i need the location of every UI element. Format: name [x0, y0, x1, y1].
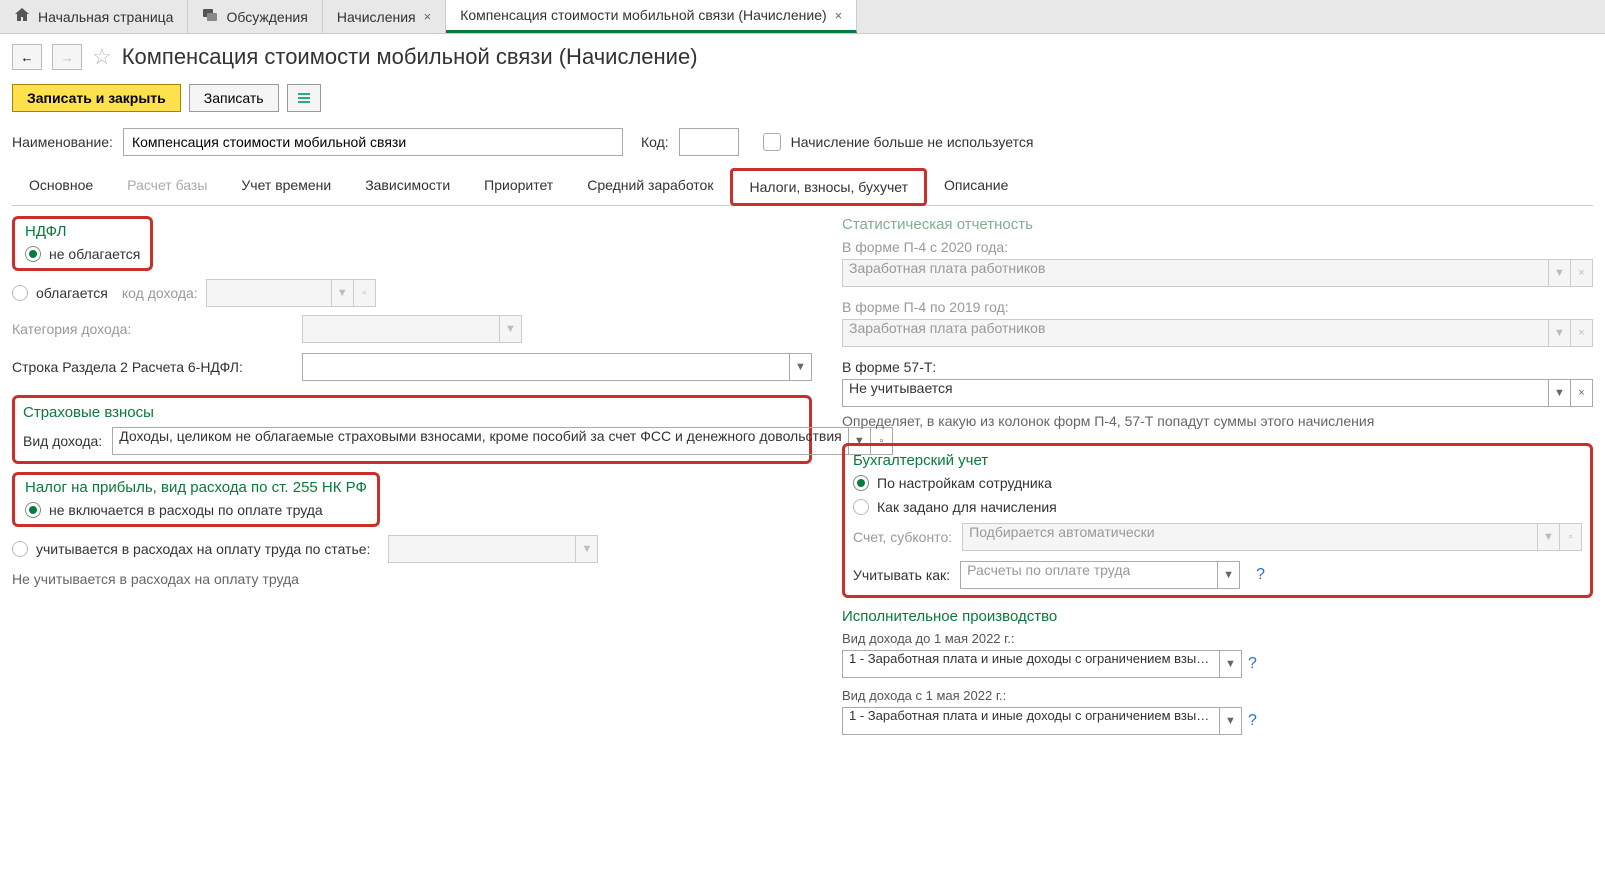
- open-icon: ▫: [1559, 524, 1581, 550]
- clear-icon: ×: [1570, 260, 1592, 286]
- profit-title: Налог на прибыль, вид расхода по ст. 255…: [25, 479, 367, 496]
- exec-after-label: Вид дохода с 1 мая 2022 г.:: [842, 688, 1593, 703]
- chevron-down-icon[interactable]: ▼: [1548, 380, 1570, 406]
- stab-main[interactable]: Основное: [12, 168, 110, 205]
- accounting-by-accrual-label: Как задано для начисления: [877, 499, 1057, 515]
- profit-not-included-radio[interactable]: [25, 502, 41, 518]
- not-used-checkbox[interactable]: [763, 133, 781, 151]
- home-icon: [14, 7, 30, 26]
- exec-after-input[interactable]: 1 - Заработная плата и иные доходы с огр…: [843, 708, 1219, 734]
- stab-time[interactable]: Учет времени: [224, 168, 348, 205]
- profit-included-radio[interactable]: [12, 541, 28, 557]
- tab-current[interactable]: Компенсация стоимости мобильной связи (Н…: [446, 0, 857, 33]
- ndfl-title: НДФЛ: [25, 223, 140, 240]
- f57t-input[interactable]: Не учитывается: [843, 380, 1548, 406]
- stat-hint: Определяет, в какую из колонок форм П-4,…: [842, 413, 1593, 429]
- tab-home[interactable]: Начальная страница: [0, 0, 188, 33]
- profit-article-input: [389, 536, 575, 562]
- insurance-title: Страховые взносы: [23, 404, 801, 421]
- ndfl-taxed-radio[interactable]: [12, 285, 28, 301]
- clear-icon: ×: [1570, 320, 1592, 346]
- line6-label: Строка Раздела 2 Расчета 6-НДФЛ:: [12, 359, 292, 375]
- code-input[interactable]: [679, 128, 739, 156]
- tab-current-label: Компенсация стоимости мобильной связи (Н…: [460, 7, 826, 23]
- income-type-label: Вид дохода:: [23, 433, 102, 449]
- tab-accruals[interactable]: Начисления ×: [323, 0, 446, 33]
- stab-deps[interactable]: Зависимости: [348, 168, 467, 205]
- stab-taxes[interactable]: Налоги, взносы, бухучет: [730, 168, 927, 206]
- help-icon[interactable]: ?: [1256, 566, 1265, 584]
- accounting-title: Бухгалтерский учет: [853, 452, 1582, 469]
- account-label: Счет, субконто:: [853, 529, 952, 545]
- close-icon[interactable]: ×: [424, 9, 432, 24]
- chevron-down-icon: ▼: [575, 536, 597, 562]
- stab-priority[interactable]: Приоритет: [467, 168, 570, 205]
- back-button[interactable]: ←: [12, 44, 42, 70]
- as-label: Учитывать как:: [853, 567, 950, 583]
- chevron-down-icon[interactable]: ▼: [789, 354, 811, 380]
- tab-discussions-label: Обсуждения: [226, 9, 307, 25]
- code-label: Код:: [641, 134, 669, 150]
- exec-before-label: Вид дохода до 1 мая 2022 г.:: [842, 631, 1593, 646]
- chevron-down-icon[interactable]: ▼: [1217, 562, 1239, 588]
- tab-accruals-label: Начисления: [337, 9, 416, 25]
- chevron-down-icon[interactable]: ▼: [1219, 651, 1241, 677]
- profit-note: Не учитывается в расходах на оплату труд…: [12, 571, 812, 587]
- chevron-down-icon: ▼: [1537, 524, 1559, 550]
- clear-icon[interactable]: ×: [1570, 380, 1592, 406]
- save-close-button[interactable]: Записать и закрыть: [12, 84, 181, 112]
- accounting-by-employee-radio[interactable]: [853, 475, 869, 491]
- name-input[interactable]: [123, 128, 623, 156]
- tab-discussions[interactable]: Обсуждения: [188, 0, 322, 33]
- not-used-label: Начисление больше не используется: [791, 134, 1034, 150]
- chevron-down-icon: ▼: [499, 316, 521, 342]
- stab-base: Расчет базы: [110, 168, 224, 205]
- p4-2020-input: Заработная плата работников: [843, 260, 1548, 286]
- category-label: Категория дохода:: [12, 321, 292, 337]
- page-title: Компенсация стоимости мобильной связи (Н…: [122, 44, 698, 70]
- stat-title: Статистическая отчетность: [842, 216, 1593, 233]
- ndfl-not-taxed-radio[interactable]: [25, 246, 41, 262]
- save-button[interactable]: Записать: [189, 84, 279, 112]
- name-label: Наименование:: [12, 134, 113, 150]
- income-code-label: код дохода:: [122, 285, 198, 301]
- help-icon[interactable]: ?: [1248, 712, 1257, 730]
- p4-2019-label: В форме П-4 по 2019 год:: [842, 299, 1593, 315]
- line6-input[interactable]: [303, 354, 789, 380]
- star-icon[interactable]: ☆: [92, 44, 112, 70]
- exec-before-input[interactable]: 1 - Заработная плата и иные доходы с огр…: [843, 651, 1219, 677]
- income-type-input[interactable]: Доходы, целиком не облагаемые страховыми…: [113, 428, 848, 454]
- stab-avg[interactable]: Средний заработок: [570, 168, 730, 205]
- income-code-input: [207, 280, 331, 306]
- exec-title: Исполнительное производство: [842, 608, 1593, 625]
- accounting-by-accrual-radio[interactable]: [853, 499, 869, 515]
- help-icon[interactable]: ?: [1248, 655, 1257, 673]
- account-input: Подбирается автоматически: [963, 524, 1537, 550]
- f57t-label: В форме 57-Т:: [842, 359, 1593, 375]
- close-icon[interactable]: ×: [835, 8, 843, 23]
- as-input[interactable]: Расчеты по оплате труда: [961, 562, 1217, 588]
- ndfl-taxed-label: облагается: [36, 285, 108, 301]
- profit-not-included-label: не включается в расходы по оплате труда: [49, 502, 323, 518]
- stab-desc[interactable]: Описание: [927, 168, 1025, 205]
- profit-included-label: учитывается в расходах на оплату труда п…: [36, 541, 370, 557]
- chevron-down-icon[interactable]: ▼: [1219, 708, 1241, 734]
- p4-2020-label: В форме П-4 с 2020 года:: [842, 239, 1593, 255]
- accounting-by-employee-label: По настройкам сотрудника: [877, 475, 1052, 491]
- open-icon: ▫: [353, 280, 375, 306]
- category-input: [303, 316, 499, 342]
- chevron-down-icon: ▼: [331, 280, 353, 306]
- tab-home-label: Начальная страница: [38, 9, 173, 25]
- list-icon-button[interactable]: [287, 84, 321, 112]
- chevron-down-icon: ▼: [1548, 260, 1570, 286]
- ndfl-not-taxed-label: не облагается: [49, 246, 140, 262]
- p4-2019-input: Заработная плата работников: [843, 320, 1548, 346]
- chevron-down-icon: ▼: [1548, 320, 1570, 346]
- chat-icon: [202, 7, 218, 26]
- forward-button[interactable]: →: [52, 44, 82, 70]
